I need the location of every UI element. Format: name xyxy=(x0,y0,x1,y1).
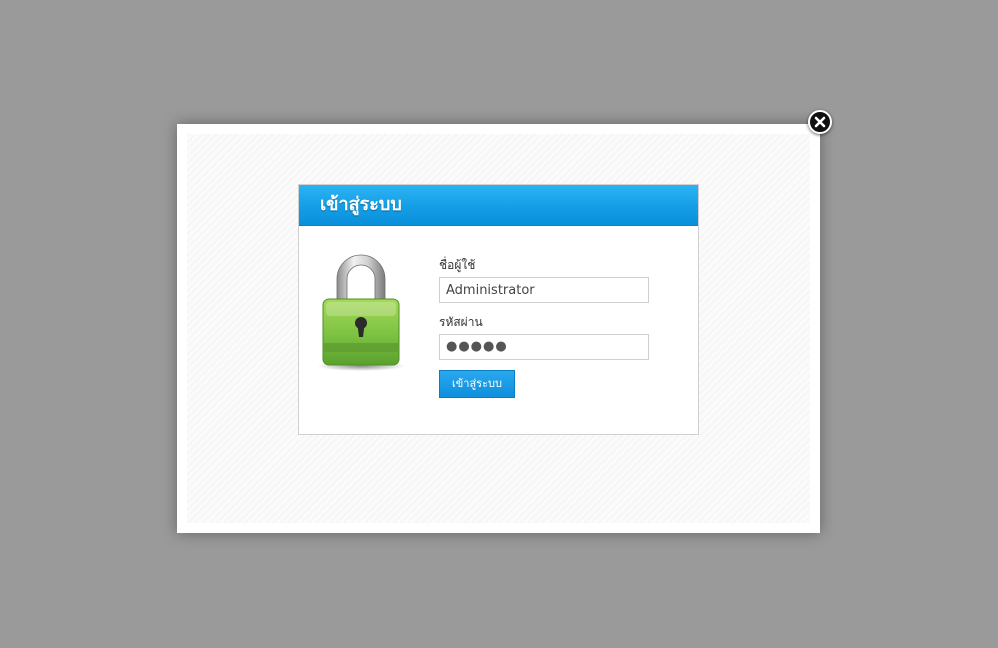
login-header: เข้าสู่ระบบ xyxy=(299,185,698,226)
login-title: เข้าสู่ระบบ xyxy=(320,194,402,215)
login-button[interactable]: เข้าสู่ระบบ xyxy=(439,370,515,398)
username-label: ชื่อผู้ใช้ xyxy=(439,258,476,272)
password-field[interactable]: ●●●●● xyxy=(439,334,649,360)
username-field[interactable] xyxy=(439,277,649,303)
login-panel: เข้าสู่ระบบ ชื่อผู้ใช้ Administrator รหั… xyxy=(298,184,699,435)
close-button[interactable] xyxy=(808,110,832,134)
password-label: รหัสผ่าน xyxy=(439,315,483,329)
close-icon xyxy=(814,116,826,128)
padlock-icon xyxy=(317,254,405,371)
